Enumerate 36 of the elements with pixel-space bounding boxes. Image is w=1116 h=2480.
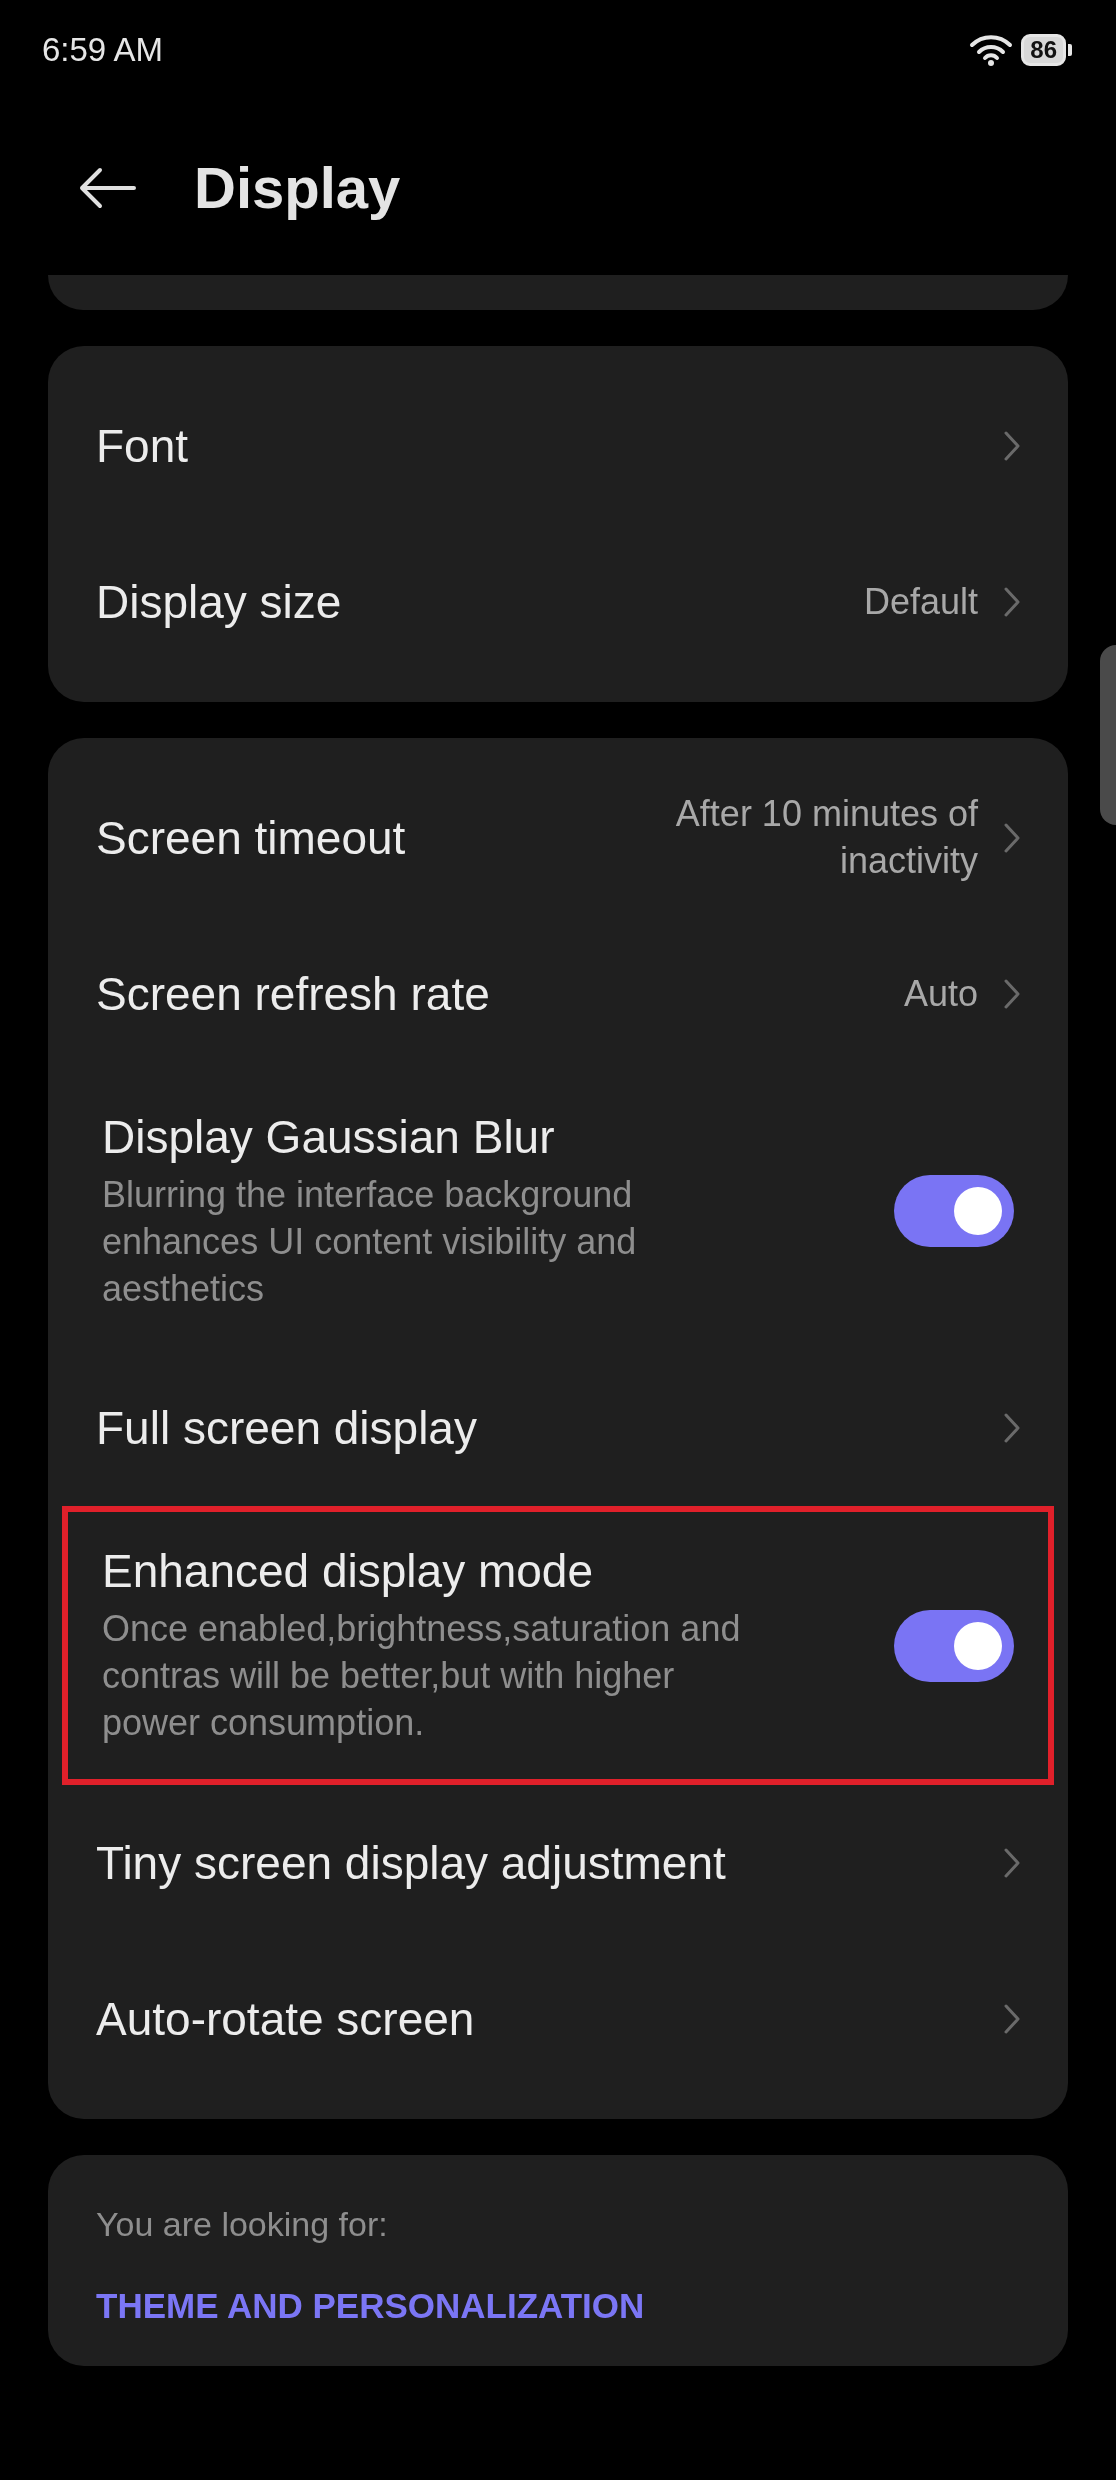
page-title: Display (194, 154, 401, 221)
status-time: 6:59 AM (42, 31, 164, 69)
setting-title: Auto-rotate screen (96, 1991, 475, 2046)
setting-title: Tiny screen display adjustment (96, 1835, 726, 1890)
wifi-icon (969, 33, 1014, 67)
settings-row[interactable]: Tiny screen display adjustment (48, 1784, 1068, 1941)
settings-row[interactable]: Screen timeout After 10 minutes of inactivity (48, 760, 1068, 916)
settings-row[interactable]: Auto-rotate screen (48, 1940, 1068, 2097)
chevron-right-icon (1004, 979, 1020, 1009)
settings-row[interactable]: Font (48, 368, 1068, 524)
setting-value: Auto (903, 971, 978, 1016)
setting-description: Blurring the interface background enhances UI content visibility and aesthetics (102, 1173, 638, 1311)
settings-row[interactable]: Display size Default (48, 524, 1068, 680)
setting-title: Display Gaussian Blur (102, 1110, 556, 1164)
suggestion-link[interactable]: THEME AND PERSONALIZATION (96, 2285, 1020, 2326)
setting-title: Full screen display (96, 1401, 477, 1456)
setting-title: Screen refresh rate (96, 967, 490, 1021)
scroll-handle[interactable] (1100, 645, 1116, 825)
chevron-right-icon (1004, 1413, 1020, 1444)
setting-title: Display size (96, 575, 342, 629)
setting-title: Font (96, 419, 189, 473)
battery-indicator: 86 (1021, 34, 1072, 66)
suggestion-label: You are looking for: (96, 2204, 389, 2244)
chevron-right-icon (1004, 2003, 1020, 2034)
settings-row[interactable]: Screen refresh rate Auto (48, 916, 1068, 1072)
chevron-right-icon (1004, 587, 1020, 617)
chevron-right-icon (1004, 431, 1020, 461)
setting-value: Default (863, 579, 978, 624)
setting-value: After 10 minutes of inactivity (674, 792, 978, 883)
settings-row[interactable]: Full screen display (48, 1350, 1068, 1507)
setting-title: Enhanced display mode (102, 1544, 594, 1599)
setting-title: Screen timeout (96, 811, 406, 865)
chevron-right-icon (1004, 1847, 1020, 1878)
chevron-right-icon (1004, 823, 1020, 853)
back-arrow-icon[interactable] (78, 166, 136, 209)
setting-description: Once enabled,brightness,saturation and contras will be better,but with higher power consumption. (102, 1607, 742, 1745)
